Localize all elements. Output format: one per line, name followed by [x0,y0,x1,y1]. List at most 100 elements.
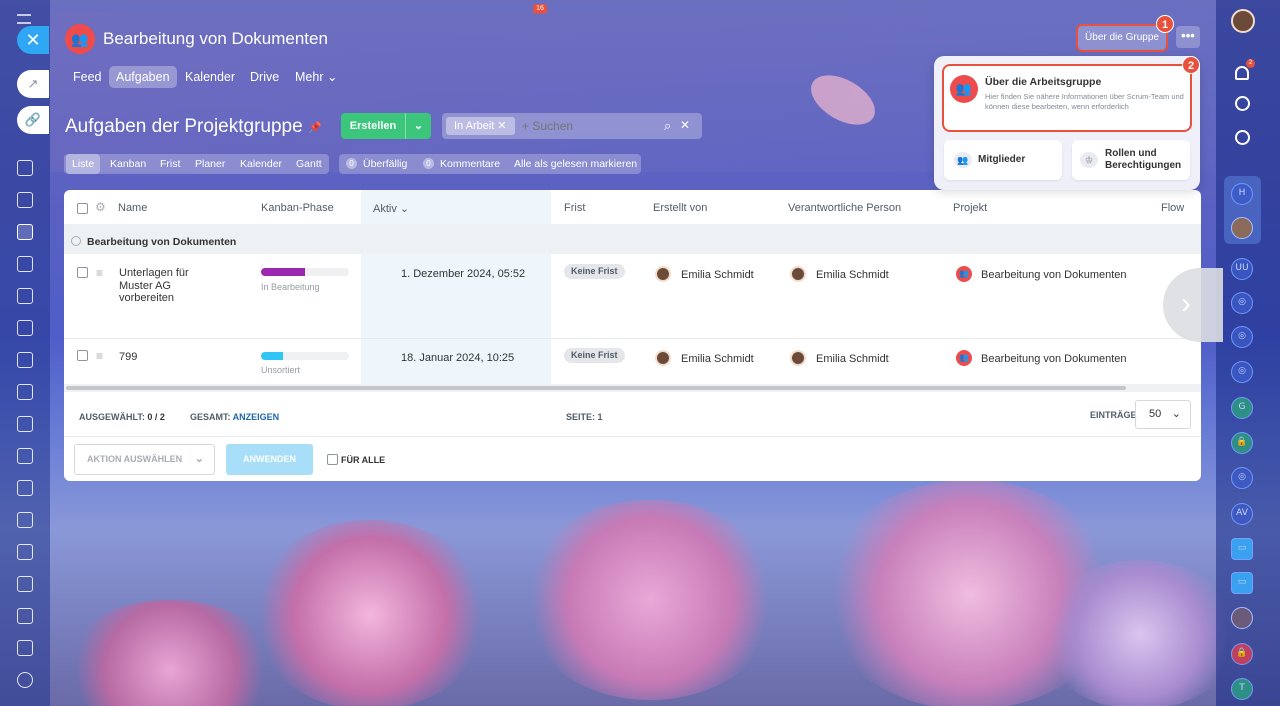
menu-icon[interactable] [17,14,31,24]
chat-message-icon[interactable]: ▭ [1231,538,1253,560]
chat-group-icon[interactable]: ◎ [1231,361,1253,383]
lock-icon[interactable]: 🔒 [1231,643,1253,665]
signature-icon[interactable] [17,608,33,624]
roles-button[interactable]: ♔ Rollen und Berechtigungen [1072,140,1190,180]
target-icon[interactable] [17,576,33,592]
shop-icon[interactable] [17,416,33,432]
support-icon[interactable] [17,640,33,656]
create-task-button[interactable]: Erstellen ⌄ [341,113,431,139]
view-tab-list[interactable]: Liste [66,154,101,174]
chat-avatar-av[interactable]: AV [1231,503,1253,525]
view-tab-deadline[interactable]: Frist [154,154,186,174]
groups-icon[interactable] [17,224,33,240]
entries-select[interactable]: 50 ⌄ [1135,400,1191,429]
overdue-filter[interactable]: Überfällig [357,154,413,174]
close-slider-button[interactable]: ✕ [17,26,49,54]
chevron-down-icon[interactable]: ⌄ [405,113,431,139]
search-filter-box[interactable]: In Arbeit ✕ ⌕ ✕ [442,113,702,139]
apply-button[interactable]: ANWENDEN [226,444,313,475]
deadline-tag[interactable]: Keine Frist [564,264,625,279]
search-icon[interactable]: ⌕ [664,118,671,134]
action-select[interactable]: AKTION AUSWÄHLEN ⌄ [74,444,215,475]
chat-group-icon[interactable]: ◎ [1231,292,1253,314]
task-name-link[interactable]: 799 [119,351,137,363]
view-tab-planner[interactable]: Planer [189,154,231,174]
pin-icon[interactable]: 📌 [308,121,322,134]
project-name[interactable]: Bearbeitung von Dokumenten [981,353,1127,365]
chat-avatar-photo[interactable] [1231,607,1253,629]
column-header-creator[interactable]: Erstellt von [653,202,707,214]
monitor-icon[interactable] [17,352,33,368]
chat-avatar-h[interactable]: H [1231,183,1253,205]
creator-name[interactable]: Emilia Schmidt [681,269,754,281]
creator-name[interactable]: Emilia Schmidt [681,353,754,365]
chat-contact-icon[interactable]: ▭ [1231,572,1253,594]
tab-drive[interactable]: Drive [243,66,286,88]
column-header-project[interactable]: Projekt [953,202,987,214]
tab-tasks[interactable]: Aufgaben [109,66,177,88]
drag-handle-icon[interactable]: ≡ [96,349,103,363]
search-input[interactable] [522,113,652,139]
analytics-icon[interactable] [17,384,33,400]
filter-chip[interactable]: In Arbeit ✕ [446,117,515,135]
about-group-button[interactable]: Über die Gruppe [1076,24,1168,52]
responsible-name[interactable]: Emilia Schmidt [816,353,889,365]
for-all-checkbox[interactable] [327,454,338,465]
search-chat-icon[interactable] [1235,130,1250,145]
for-all-label[interactable]: FÜR ALLE [341,455,385,465]
mark-all-read-button[interactable]: Alle als gelesen markieren [508,154,643,174]
copy-link-icon[interactable]: 🔗 [17,106,49,134]
crm-icon[interactable] [17,320,33,336]
close-icon[interactable]: ✕ [497,120,506,132]
document-icon[interactable] [17,256,33,272]
column-header-deadline[interactable]: Frist [564,202,585,214]
filter-icon[interactable] [17,448,33,464]
column-header-active[interactable]: Aktiv ⌄ [373,202,409,215]
column-header-name[interactable]: Name [118,202,147,214]
drag-handle-icon[interactable]: ≡ [96,266,103,280]
column-header-phase[interactable]: Kanban-Phase [261,202,334,214]
scrollbar-thumb[interactable] [66,386,1126,390]
chat-group-icon[interactable]: ◎ [1231,326,1253,348]
view-tab-calendar[interactable]: Kalender [234,154,288,174]
workflow-icon[interactable] [17,512,33,528]
view-tab-kanban[interactable]: Kanban [104,154,152,174]
row-checkbox[interactable] [77,350,88,361]
column-header-responsible[interactable]: Verantwortliche Person [788,202,901,214]
view-tab-gantt[interactable]: Gantt [290,154,328,174]
select-all-checkbox[interactable] [77,203,88,214]
create-label[interactable]: Erstellen [341,113,405,139]
clear-icon[interactable]: ✕ [680,118,690,132]
chat-group-icon[interactable]: ◎ [1231,467,1253,489]
chat-avatar-g[interactable]: G [1231,397,1253,419]
chat-avatar-photo[interactable] [1231,217,1253,239]
project-name[interactable]: Bearbeitung von Dokumenten [981,269,1127,281]
tab-more[interactable]: Mehr ⌄ [288,66,344,88]
robot-icon[interactable] [17,544,33,560]
row-checkbox[interactable] [77,267,88,278]
open-external-icon[interactable]: ↗ [17,70,49,98]
comments-filter[interactable]: Kommentare [434,154,506,174]
bell-icon[interactable] [1235,66,1249,80]
calendar-icon[interactable] [17,192,33,208]
collapse-icon[interactable] [71,236,81,246]
more-options-button[interactable]: ••• [1176,26,1200,48]
tab-calendar[interactable]: Kalender [178,66,242,88]
about-workgroup-card[interactable]: 👥 Über die Arbeitsgruppe Hier finden Sie… [942,64,1192,132]
tab-feed[interactable]: Feed [66,66,109,88]
members-button[interactable]: 👥 Mitglieder [944,140,1062,180]
user-avatar[interactable] [1231,9,1255,33]
lock-icon[interactable]: 🔒 [1231,432,1253,454]
copilot-icon[interactable] [1235,96,1250,111]
gear-icon[interactable]: ⚙ [95,200,106,214]
show-total-link[interactable]: ANZEIGEN [233,412,280,422]
chat-avatar-uu[interactable]: UU [1231,258,1253,280]
chat-avatar-t[interactable]: T [1231,678,1253,700]
deadline-tag[interactable]: Keine Frist [564,348,625,363]
responsible-name[interactable]: Emilia Schmidt [816,269,889,281]
task-name-link[interactable]: Unterlagen für Muster AG vorbereiten [119,267,189,305]
tasks-icon[interactable] [17,288,33,304]
column-header-flow[interactable]: Flow [1161,202,1184,214]
settings-icon[interactable] [17,672,33,688]
contact-icon[interactable] [17,480,33,496]
